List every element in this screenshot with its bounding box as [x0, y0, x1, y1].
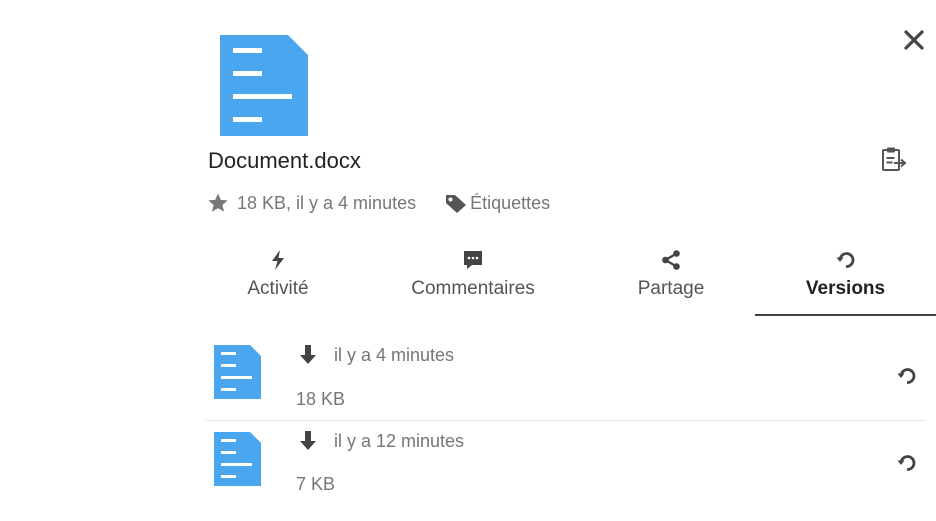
sidebar-tabs: Activité Commentaires Partage Versions: [186, 244, 936, 316]
tab-activity[interactable]: Activité: [200, 244, 356, 314]
star-icon[interactable]: [207, 192, 229, 214]
tab-sharing-label: Partage: [637, 278, 705, 299]
version-size: 18 KB: [296, 389, 346, 409]
document-icon: [214, 345, 261, 399]
file-meta: 18 KB, il y a 4 minutes Étiquettes: [207, 191, 550, 215]
version-row: il y a 4 minutes 18 KB: [206, 332, 926, 420]
share-icon: [662, 250, 680, 270]
version-row: il y a 12 minutes 7 KB: [206, 420, 926, 509]
tab-comments-label: Commentaires: [411, 278, 535, 299]
file-name: Document.docx: [208, 148, 361, 173]
restore-icon[interactable]: [896, 452, 918, 474]
versions-list: il y a 4 minutes 18 KB il y a 12 minutes…: [206, 332, 926, 509]
history-icon: [836, 252, 854, 268]
version-time: il y a 12 minutes: [334, 430, 465, 451]
download-arrow-icon: [300, 431, 316, 450]
version-download-link[interactable]: il y a 4 minutes: [298, 344, 454, 366]
version-time: il y a 4 minutes: [334, 344, 455, 365]
tab-activity-label: Activité: [247, 278, 309, 299]
clipboard-icon[interactable]: [880, 146, 908, 172]
document-icon: [214, 432, 261, 486]
tab-versions[interactable]: Versions: [755, 244, 936, 316]
document-icon: [220, 35, 308, 136]
close-icon[interactable]: [900, 26, 928, 54]
download-arrow-icon: [300, 345, 316, 364]
version-download-link[interactable]: il y a 12 minutes: [298, 430, 464, 452]
tag-icon: [446, 195, 467, 213]
restore-icon[interactable]: [896, 365, 918, 387]
tab-versions-label: Versions: [805, 278, 886, 299]
tab-comments[interactable]: Commentaires: [388, 244, 558, 314]
tab-sharing[interactable]: Partage: [598, 244, 744, 314]
version-size: 7 KB: [296, 474, 336, 494]
tags-label: Étiquettes: [470, 192, 551, 213]
tags-button[interactable]: Étiquettes: [444, 192, 550, 214]
comment-icon: [464, 251, 482, 269]
file-size-and-date: 18 KB, il y a 4 minutes: [237, 192, 417, 213]
lightning-icon: [272, 250, 284, 270]
